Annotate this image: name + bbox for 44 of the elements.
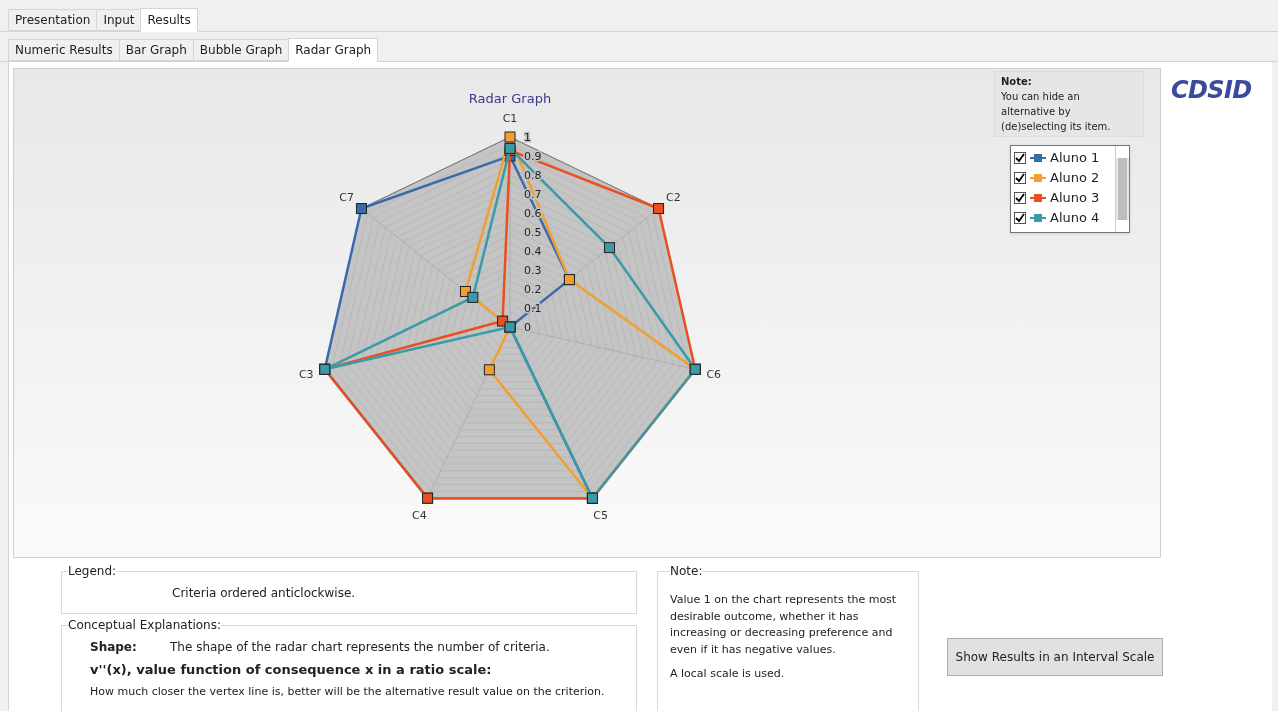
axis-label: C5 (593, 509, 609, 523)
tick-label: 0 (524, 321, 531, 334)
axis-label: C6 (706, 367, 722, 381)
note-section-title: Note: (670, 563, 703, 580)
note-title: Note: (1001, 75, 1033, 89)
logo: CDSID (1171, 76, 1252, 104)
explanations-title: Conceptual Explanations: (68, 617, 221, 634)
legend-title: Legend: (68, 563, 117, 580)
tab[interactable]: Bubble Graph (192, 39, 289, 61)
tab[interactable]: Bar Graph (118, 39, 193, 61)
chart-title: Radar Graph (468, 91, 552, 106)
alternative-label[interactable]: Aluno 4 (1050, 208, 1100, 228)
alternative-label[interactable]: Aluno 2 (1050, 168, 1100, 188)
tick-label: 0.3 (524, 264, 542, 277)
tick-label: 0.2 (524, 283, 542, 296)
checkbox[interactable] (1014, 172, 1026, 184)
explanation-text: How much closer the vertex line is, better will be the alternative result value on the criterion. (90, 683, 606, 700)
interval-scale-button[interactable]: Show Results in an Interval Scale (947, 638, 1163, 676)
note-text: You can hide an alternative by (de)selecting its item. (1001, 90, 1112, 134)
checkbox[interactable] (1014, 192, 1026, 204)
tab[interactable]: Presentation (8, 9, 97, 31)
shape-label: Shape: (90, 639, 138, 656)
alternative-label[interactable]: Aluno 1 (1050, 148, 1100, 168)
tab[interactable]: Results (140, 8, 198, 32)
tick-label: 0.4 (524, 245, 542, 258)
tick-label: 1 (524, 131, 531, 144)
axis-label: C2 (666, 190, 681, 204)
axis-label: C1 (502, 112, 518, 125)
note-paragraph: Value 1 on the chart represents the most desirable outcome, whether it has increasing or decreasing preference and even if it has negative values. (670, 592, 898, 658)
tab[interactable]: Input (96, 9, 141, 31)
tab[interactable]: Numeric Results (8, 39, 119, 61)
scrollbar[interactable] (1115, 146, 1129, 232)
checkbox[interactable] (1014, 152, 1026, 164)
tab[interactable]: Radar Graph (288, 38, 379, 62)
axis-label: C7 (339, 190, 354, 204)
tick-label: 0.5 (524, 226, 542, 239)
legend-text: Criteria ordered anticlockwise. (171, 585, 357, 602)
note-paragraph: A local scale is used. (670, 666, 786, 682)
value-function-heading: v''(x), value function of consequence x in a ratio scale: (90, 661, 493, 679)
checkbox[interactable] (1014, 212, 1026, 224)
shape-text: The shape of the radar chart represents the number of criteria. (170, 639, 550, 656)
axis-label: C4 (411, 509, 427, 523)
alternative-label[interactable]: Aluno 3 (1050, 188, 1100, 208)
axis-label: C3 (298, 367, 314, 381)
